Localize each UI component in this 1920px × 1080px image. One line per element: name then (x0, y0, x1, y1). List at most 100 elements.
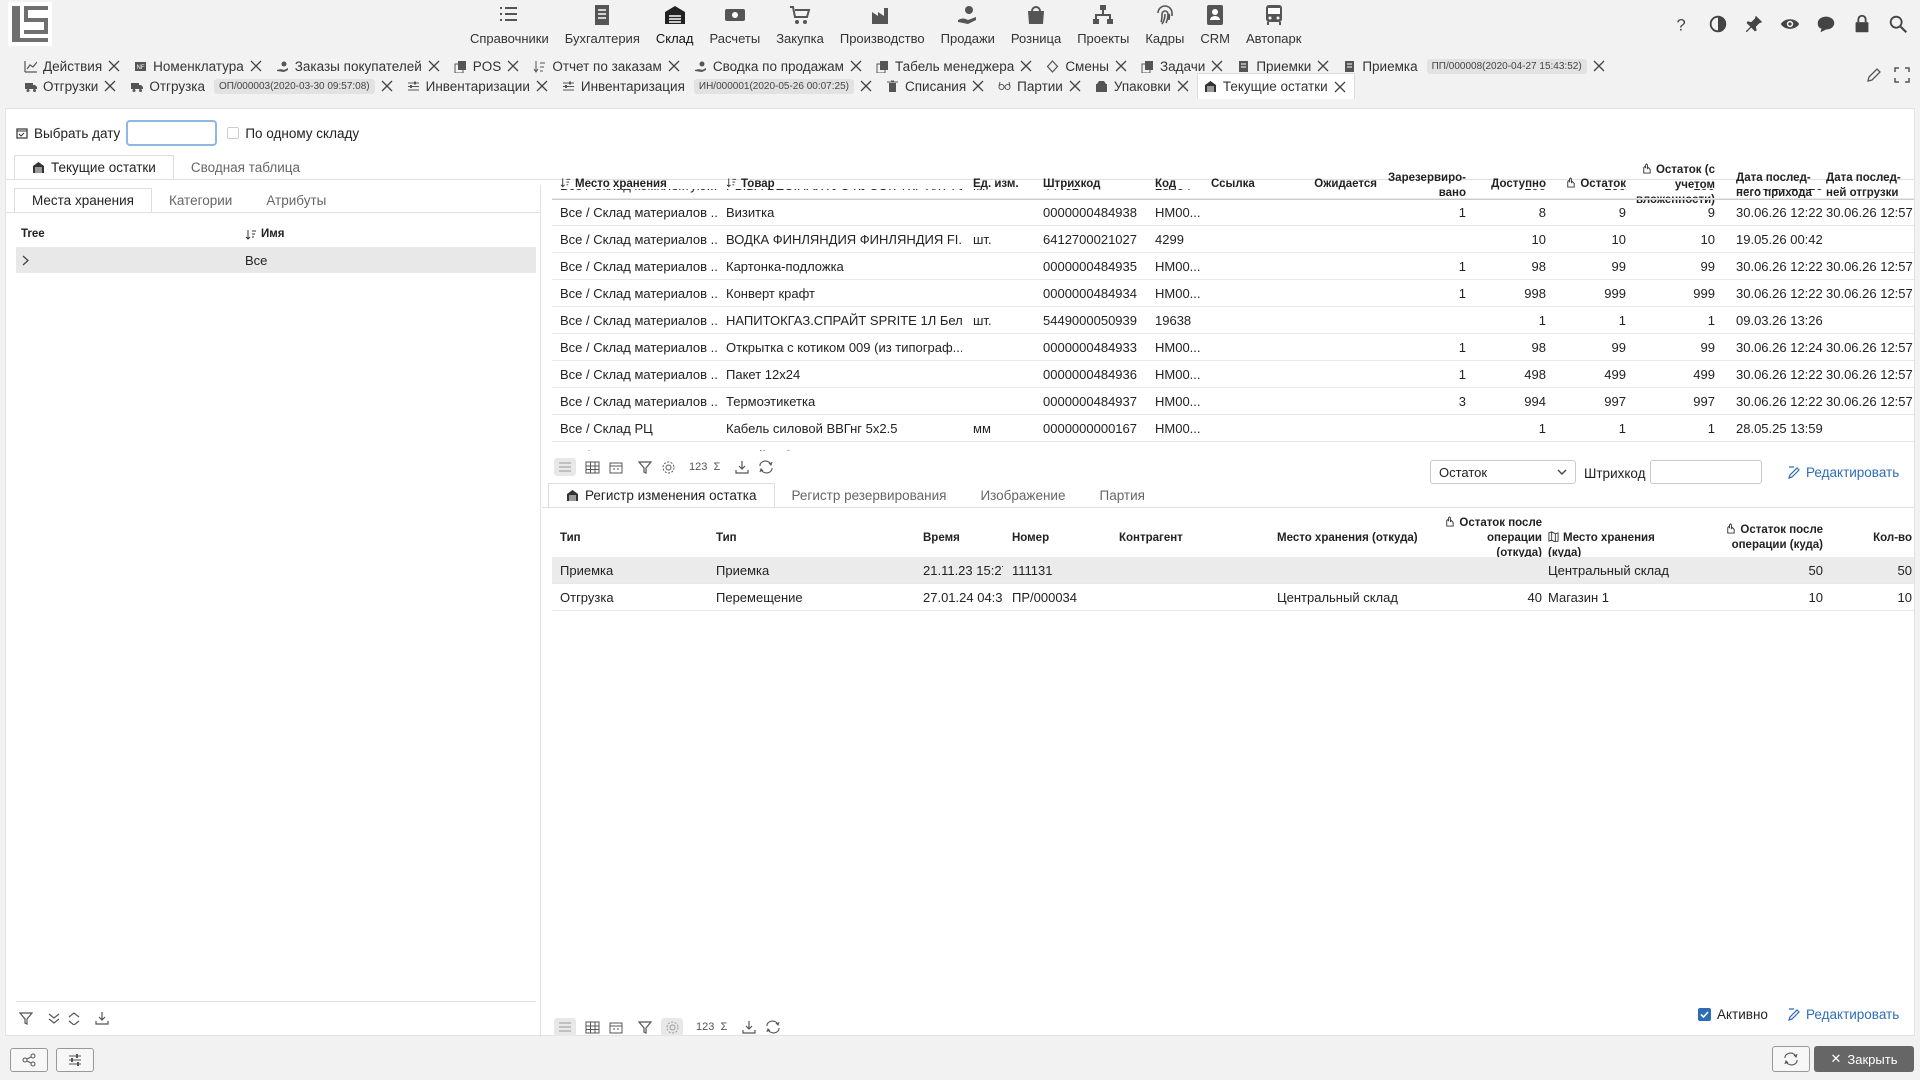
table-row[interactable]: Все / Склад материалов ... НАПИТОКГАЗ.СПР… (552, 307, 1914, 334)
lock-icon[interactable] (1850, 12, 1874, 36)
module-6[interactable]: Продажи (933, 0, 1003, 48)
table-row[interactable]: Все / Склад материалов ... Пакет 12х24 000… (552, 361, 1914, 388)
download-icon[interactable] (735, 458, 749, 476)
calendar-view-icon[interactable] (609, 1018, 623, 1036)
doc-tab[interactable]: Инвентаризации (401, 74, 556, 98)
close-tab-icon[interactable] (507, 60, 519, 72)
filter-icon[interactable] (638, 1018, 652, 1036)
close-tab-icon[interactable] (1020, 60, 1032, 72)
sub-tab[interactable]: Сводная таблица (174, 155, 317, 179)
expand-icon[interactable] (67, 1009, 81, 1027)
download-icon[interactable] (95, 1009, 109, 1027)
settings-gear-icon[interactable] (661, 458, 676, 476)
list-view-icon[interactable] (554, 458, 576, 476)
module-8[interactable]: Проекты (1069, 0, 1137, 48)
search-icon[interactable] (1886, 12, 1910, 36)
register-col-type1[interactable]: Тип (560, 531, 680, 546)
doc-tab[interactable]: Упаковки (1089, 74, 1197, 98)
close-tab-icon[interactable] (381, 80, 393, 92)
close-tab-icon[interactable] (668, 60, 680, 72)
register-col-time[interactable]: Время (923, 531, 1003, 546)
register-col-number[interactable]: Номер (1012, 531, 1102, 546)
one-warehouse-checkbox[interactable] (227, 127, 240, 139)
table-row[interactable]: Отгрузка Перемещение 27.01.24 04:38 ПР/0000… (552, 584, 1914, 611)
tree-col-header[interactable]: Tree (21, 228, 45, 240)
table-row[interactable]: Все / Склад материалов ... Открытка с кот… (552, 334, 1914, 361)
table-row[interactable]: Все / Склад комплектую... РЫБА ВЕС.ПАЛТУС… (552, 189, 1914, 199)
module-9[interactable]: Кадры (1137, 0, 1192, 48)
sub-tab[interactable]: Атрибуты (249, 188, 343, 212)
table-row[interactable]: Все / Склад материалов ... Термоэтикетка 0… (552, 388, 1914, 415)
sub-tab[interactable]: Изображение (963, 483, 1082, 507)
sub-tab[interactable]: Партия (1082, 483, 1161, 507)
doc-tab[interactable]: Приемка ПП/000008(2020-04-27 15:43:52) (1337, 54, 1612, 78)
sub-tab[interactable]: Регистр изменения остатка (548, 483, 775, 507)
table-row[interactable]: Приемка Приемка 21.11.23 15:27 111131 Центра… (552, 557, 1914, 584)
close-tab-icon[interactable] (850, 60, 862, 72)
refresh-icon[interactable] (758, 458, 774, 476)
tree-row[interactable]: Все (16, 247, 536, 273)
chat-icon[interactable] (1814, 12, 1838, 36)
table-row[interactable]: Все / Склад материалов ... Визитка 0000000… (552, 199, 1914, 226)
close-tab-icon[interactable] (1211, 60, 1223, 72)
calendar-view-icon[interactable] (609, 458, 623, 476)
table-row[interactable]: Все / Склад материалов ... Картонка-подло… (552, 253, 1914, 280)
share-button[interactable] (10, 1048, 48, 1072)
help-icon[interactable]: ? (1670, 12, 1694, 36)
module-2[interactable]: Склад (648, 0, 702, 48)
register-col-type2[interactable]: Тип (716, 531, 866, 546)
module-3[interactable]: Расчеты (701, 0, 768, 48)
module-7[interactable]: Розница (1003, 0, 1069, 48)
detail-edit-link[interactable]: Редактировать (1788, 1007, 1899, 1022)
sub-tab[interactable]: Места хранения (14, 188, 152, 212)
module-1[interactable]: Бухгалтерия (557, 0, 648, 48)
list-view-icon[interactable] (554, 1018, 576, 1036)
settings-gear-icon[interactable] (661, 1018, 683, 1036)
pin-icon[interactable] (1742, 12, 1766, 36)
close-tab-icon[interactable] (1334, 81, 1346, 93)
module-10[interactable]: CRM (1192, 0, 1238, 48)
sub-tab[interactable]: Текущие остатки (14, 155, 174, 179)
sum-icon[interactable]: 123 Σ (689, 458, 720, 476)
edit-pencil-icon[interactable] (1866, 67, 1882, 83)
register-col-from[interactable]: Место хранения (откуда) (1277, 531, 1422, 546)
sum-icon[interactable]: 123 Σ (696, 1018, 727, 1036)
close-tab-icon[interactable] (1115, 60, 1127, 72)
table-row[interactable]: Все / Склад РЦ Новый кабель E5 00000000001… (552, 442, 1914, 451)
register-col-counterparty[interactable]: Контрагент (1119, 531, 1239, 546)
close-tab-icon[interactable] (104, 80, 116, 92)
name-col-header[interactable]: Имя (245, 228, 284, 240)
doc-tab[interactable]: Партии (992, 74, 1089, 98)
collapse-icon[interactable] (47, 1009, 61, 1027)
close-tab-icon[interactable] (108, 60, 120, 72)
date-input[interactable] (126, 120, 218, 146)
settings-button[interactable] (56, 1048, 94, 1072)
table-row[interactable]: Все / Склад материалов ... Конверт крафт 0… (552, 280, 1914, 307)
close-tab-icon[interactable] (1069, 80, 1081, 92)
barcode-input[interactable] (1650, 460, 1762, 484)
reload-button[interactable] (1772, 1046, 1810, 1072)
chevron-right-icon[interactable] (22, 255, 30, 266)
module-11[interactable]: Автопарк (1238, 0, 1310, 48)
active-toggle[interactable]: Активно (1698, 1007, 1768, 1022)
doc-tab[interactable]: Списания (880, 74, 992, 98)
table-view-icon[interactable] (585, 458, 600, 476)
close-tab-icon[interactable] (860, 80, 872, 92)
close-tab-icon[interactable] (250, 60, 262, 72)
close-tab-icon[interactable] (428, 60, 440, 72)
eye-icon[interactable] (1778, 12, 1802, 36)
filter-icon[interactable] (19, 1009, 33, 1027)
table-row[interactable]: Все / Склад РЦ Кабель силовой ВВГнг 5х2.5… (552, 415, 1914, 442)
table-view-icon[interactable] (585, 1018, 600, 1036)
doc-tab[interactable]: Инвентаризация ИН/000001(2020-05-26 00:07… (556, 74, 880, 98)
close-tab-icon[interactable] (1593, 60, 1605, 72)
filter-icon[interactable] (638, 458, 652, 476)
rest-select[interactable]: Остаток (1430, 460, 1576, 484)
fullscreen-icon[interactable] (1894, 67, 1910, 83)
module-4[interactable]: Закупка (768, 0, 832, 48)
checkbox-checked-icon[interactable] (1698, 1008, 1711, 1021)
sub-tab[interactable]: Категории (152, 188, 249, 212)
module-5[interactable]: Производство (832, 0, 933, 48)
download-icon[interactable] (742, 1018, 756, 1036)
register-col-qty[interactable]: Кол-во (1832, 531, 1912, 546)
